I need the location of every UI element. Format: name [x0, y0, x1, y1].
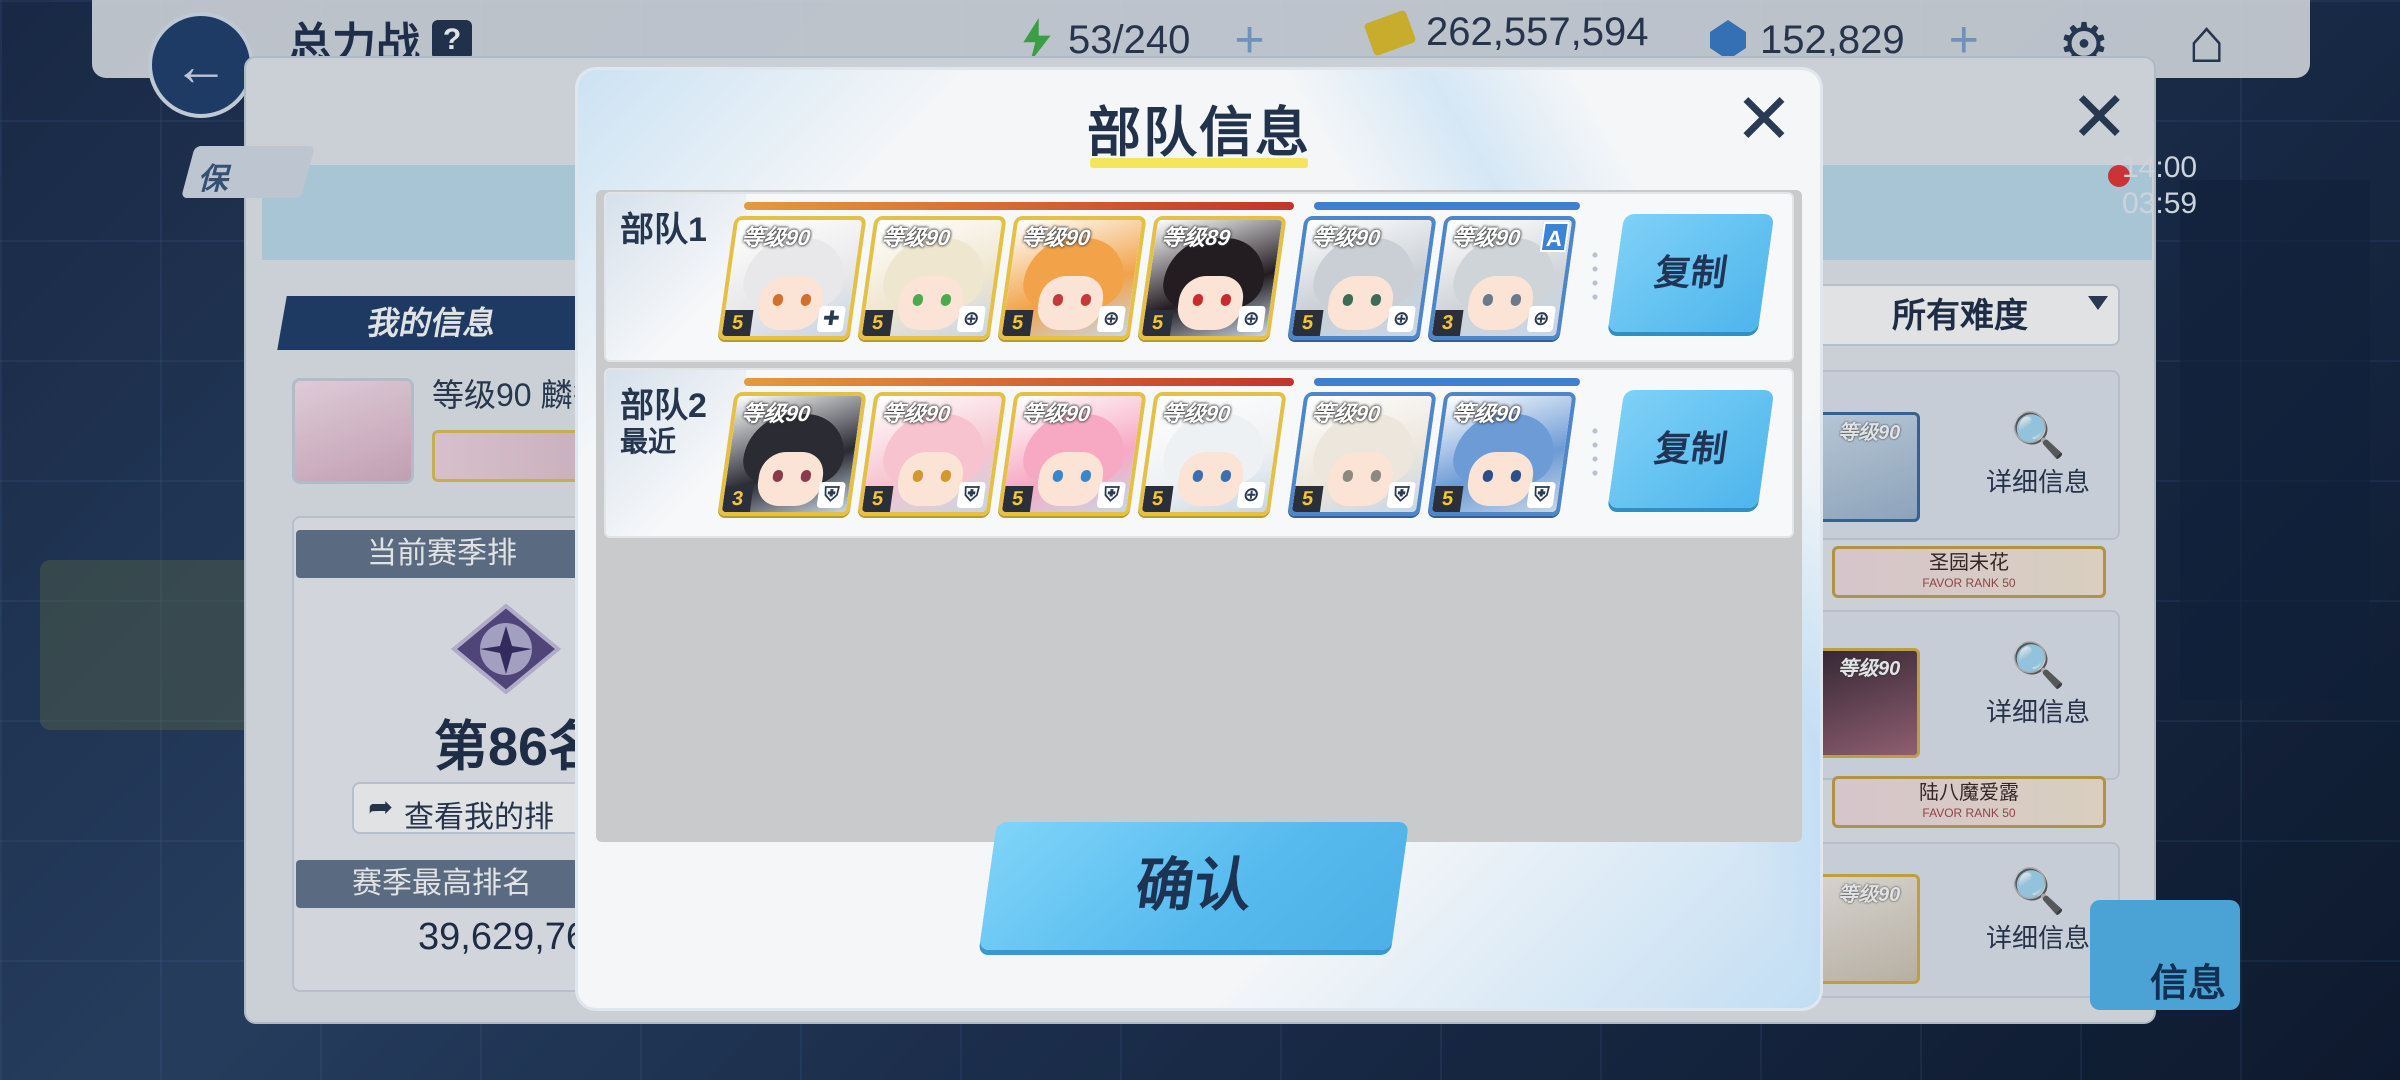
special-bar — [1314, 378, 1580, 386]
target-role-icon: ⊕ — [1526, 306, 1557, 332]
character-level: 等级90 — [1309, 401, 1382, 426]
character-level: 等级89 — [1159, 225, 1232, 250]
close-icon: ✕ — [1734, 80, 1794, 158]
target-role-icon: ⊕ — [1236, 306, 1267, 332]
character-level: 等级90 — [1449, 225, 1522, 250]
tank-role-icon: ⛨ — [1096, 482, 1127, 508]
target-role-icon: ⊕ — [1386, 306, 1417, 332]
character-card[interactable]: 等级90 5 ⛨ — [997, 392, 1147, 516]
character-level: 等级90 — [1019, 225, 1092, 250]
close-button[interactable]: ✕ — [1730, 84, 1798, 156]
star-rank-badge: 5 — [1291, 486, 1324, 512]
copy-button[interactable]: 复制 — [1607, 390, 1775, 508]
star-rank-badge: 5 — [1291, 310, 1324, 336]
character-card[interactable]: 等级90 5 ⊕ — [1137, 392, 1287, 516]
tank-role-icon: ⛨ — [956, 482, 987, 508]
character-level: 等级90 — [879, 401, 952, 426]
character-level: 等级90 — [879, 225, 952, 250]
team-sub: 最近 — [620, 426, 677, 457]
team-info-modal: 部队信息 ✕ 部队1 等级90 5 ✚ 等级90 5 ⊕ 等级90 5 ⊕ 等级89 5 ⊕ 等级90 5… — [578, 70, 1820, 1008]
team-row: 部队1 等级90 5 ✚ 等级90 5 ⊕ 等级90 5 ⊕ 等级89 5 ⊕ 等级90 5 ⊕ 等级90 3 ⊕… — [604, 192, 1794, 362]
star-rank-badge: 5 — [1431, 486, 1464, 512]
character-level: 等级90 — [739, 401, 812, 426]
character-level: 等级90 — [1449, 401, 1522, 426]
team-row: 部队2 最近 等级90 3 ⛨ 等级90 5 ⛨ 等级90 5 ⛨ 等级90 5 ⊕ 等级90 5 ⛨ 等级9… — [604, 368, 1794, 538]
more-dots-icon — [1592, 248, 1598, 304]
tank-role-icon: ⛨ — [1526, 482, 1557, 508]
character-card[interactable]: 等级90 5 ⊕ — [997, 216, 1147, 340]
character-card[interactable]: 等级90 5 ⊕ — [1287, 216, 1437, 340]
modal-title: 部队信息 — [1087, 103, 1311, 163]
character-card[interactable]: 等级89 5 ⊕ — [1137, 216, 1287, 340]
star-rank-badge: 3 — [1431, 310, 1464, 336]
more-dots-icon — [1592, 424, 1598, 480]
character-card[interactable]: 等级90 5 ⛨ — [1287, 392, 1437, 516]
special-bar — [1314, 202, 1580, 210]
tank-role-icon: ⛨ — [816, 482, 847, 508]
confirm-button[interactable]: 确认 — [979, 822, 1409, 950]
star-rank-badge: 5 — [1141, 486, 1174, 512]
copy-button[interactable]: 复制 — [1607, 214, 1775, 332]
character-card[interactable]: 等级90 3 ⊕ A — [1427, 216, 1577, 340]
target-role-icon: ⊕ — [1096, 306, 1127, 332]
assist-tag: A — [1539, 222, 1570, 252]
striker-bar — [744, 378, 1294, 386]
tank-role-icon: ⛨ — [1386, 482, 1417, 508]
star-rank-badge: 5 — [861, 310, 894, 336]
star-rank-badge: 5 — [1001, 486, 1034, 512]
character-card[interactable]: 等级90 5 ⛨ — [857, 392, 1007, 516]
star-rank-badge: 5 — [721, 310, 754, 336]
character-level: 等级90 — [1019, 401, 1092, 426]
character-card[interactable]: 等级90 3 ⛨ — [717, 392, 867, 516]
title-underline — [1090, 158, 1308, 168]
star-rank-badge: 5 — [1001, 310, 1034, 336]
star-rank-badge: 3 — [721, 486, 754, 512]
star-rank-badge: 5 — [861, 486, 894, 512]
character-card[interactable]: 等级90 5 ✚ — [717, 216, 867, 340]
team-name: 部队1 — [620, 211, 707, 249]
target-role-icon: ⊕ — [1236, 482, 1267, 508]
character-card[interactable]: 等级90 5 ⊕ — [857, 216, 1007, 340]
character-level: 等级90 — [1159, 401, 1232, 426]
character-level: 等级90 — [739, 225, 812, 250]
star-rank-badge: 5 — [1141, 310, 1174, 336]
striker-bar — [744, 202, 1294, 210]
heal-role-icon: ✚ — [816, 306, 847, 332]
character-level: 等级90 — [1309, 225, 1382, 250]
character-card[interactable]: 等级90 5 ⛨ — [1427, 392, 1577, 516]
target-role-icon: ⊕ — [956, 306, 987, 332]
